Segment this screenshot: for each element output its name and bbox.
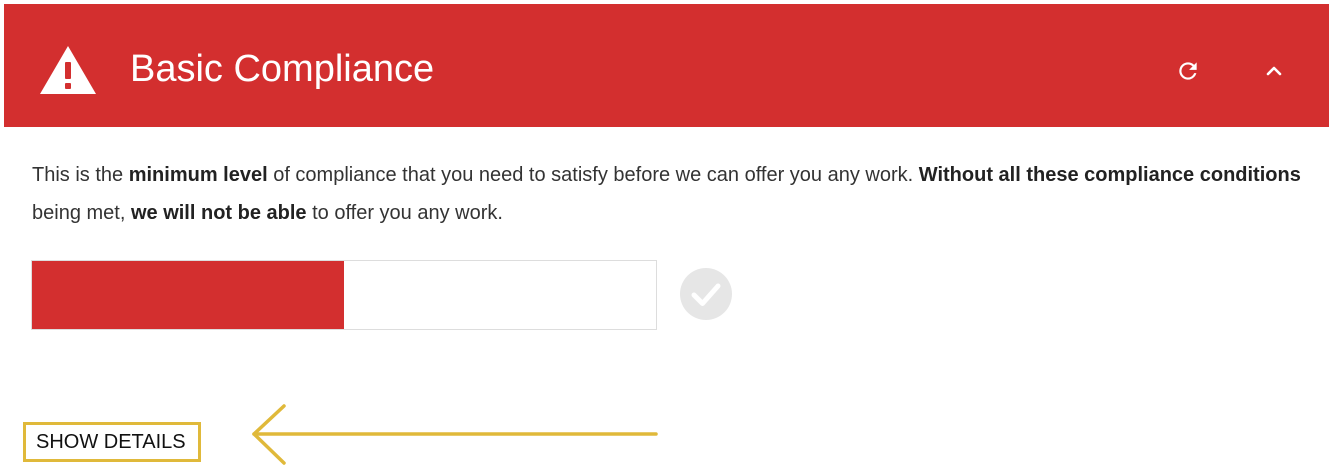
check-circle-icon [680, 268, 732, 320]
description-text: This is the [32, 164, 129, 186]
panel-header: Basic Compliance [4, 4, 1329, 127]
description-text: to offer you any work. [306, 202, 503, 224]
compliance-progress-bar [31, 260, 657, 330]
description-emphasis: minimum level [128, 164, 268, 186]
compliance-description: This is the minimum level of compliance … [32, 156, 1302, 232]
panel-title: Basic Compliance [130, 48, 435, 90]
show-details-button[interactable]: SHOW DETAILS [23, 422, 201, 462]
compliance-card: Basic Compliance This is the minimum lev… [0, 0, 1331, 465]
chevron-up-icon [1266, 66, 1282, 76]
description-text: being met, [32, 202, 131, 224]
refresh-button[interactable] [1168, 51, 1208, 91]
collapse-button[interactable] [1254, 51, 1294, 91]
progress-fill [32, 261, 344, 329]
warning-triangle-icon [40, 46, 96, 94]
refresh-icon [1179, 62, 1197, 80]
description-text: of compliance that you need to satisfy b… [267, 164, 919, 186]
description-emphasis: Without all these compliance conditions [918, 164, 1301, 186]
description-emphasis: we will not be able [130, 202, 307, 224]
arrow-left-icon [252, 404, 658, 465]
